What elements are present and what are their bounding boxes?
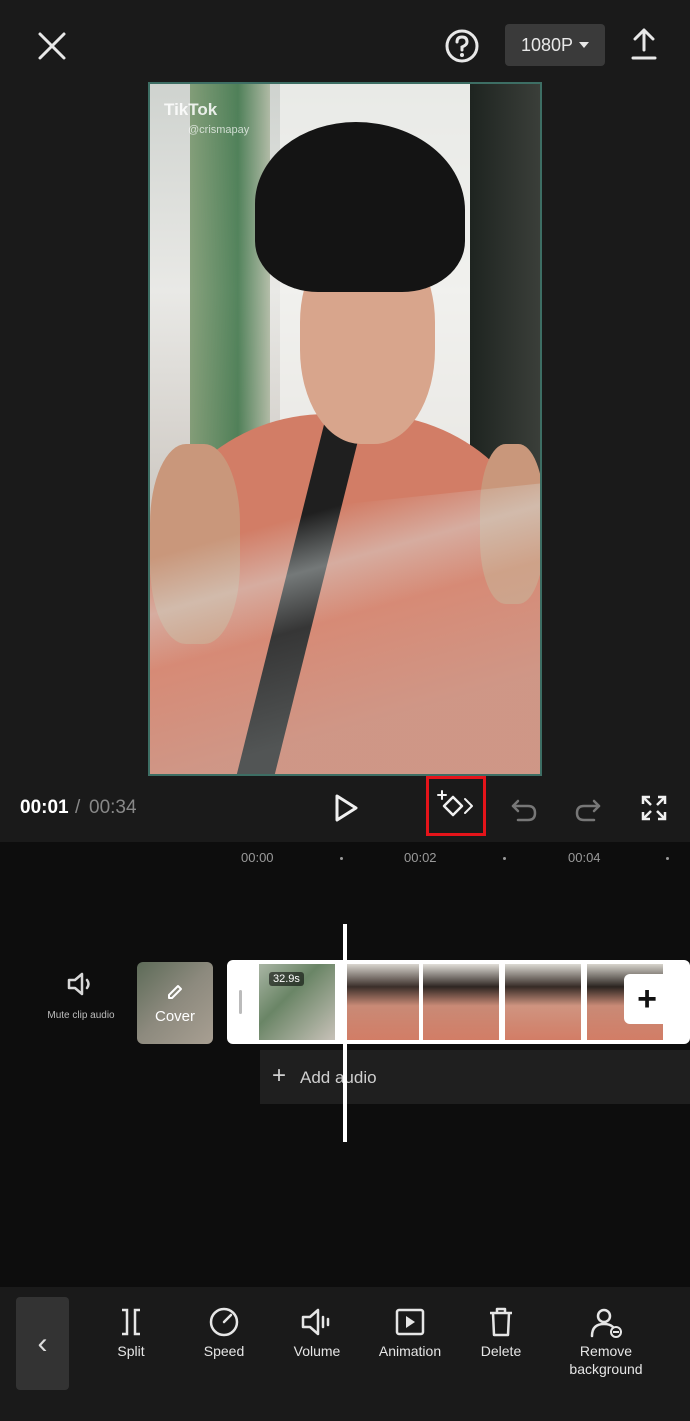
cover-button[interactable]: Cover [137, 962, 213, 1044]
resolution-dropdown[interactable]: 1080P [505, 24, 605, 66]
mute-clip-label: Mute clip audio [47, 1010, 115, 1021]
tiktok-watermark: TikTok [164, 100, 218, 119]
highlight-annotation [426, 776, 486, 836]
add-audio-label: Add audio [300, 1068, 377, 1087]
caret-down-icon [579, 42, 590, 48]
export-button[interactable] [622, 22, 666, 66]
speed-label: Speed [203, 1343, 245, 1359]
remove-background-icon [590, 1308, 622, 1338]
volume-label: Volume [293, 1343, 341, 1359]
preview-subject-hair [255, 122, 465, 292]
fullscreen-button[interactable] [634, 788, 674, 828]
fullscreen-icon [641, 795, 667, 821]
preview-glass [150, 481, 540, 774]
split-icon [122, 1308, 140, 1336]
back-button[interactable]: ‹ [16, 1297, 69, 1390]
play-icon [335, 794, 358, 822]
help-icon [445, 29, 479, 63]
split-label: Split [117, 1343, 145, 1359]
undo-button[interactable] [504, 790, 544, 830]
delete-label: Delete [480, 1343, 522, 1359]
cover-label: Cover [154, 1008, 195, 1025]
pencil-icon [168, 985, 182, 999]
close-icon [38, 32, 66, 60]
remove-background-button[interactable]: Remove background [556, 1306, 656, 1378]
video-preview[interactable]: TikTok @crismapay [148, 82, 542, 776]
trash-icon [490, 1307, 512, 1337]
speed-button[interactable]: Speed [179, 1306, 269, 1360]
volume-button[interactable]: Volume [272, 1306, 362, 1360]
total-time: 00:34 [89, 797, 137, 818]
mute-clip-button[interactable] [58, 966, 102, 1002]
ruler-tick-dot [340, 857, 343, 860]
undo-icon [511, 799, 537, 822]
redo-button[interactable] [568, 790, 608, 830]
speaker-icon [67, 972, 90, 996]
video-clip-track[interactable]: 32.9s [227, 960, 690, 1044]
chevron-left-icon: ‹ [37, 1326, 48, 1360]
resolution-value: 1080P [520, 34, 574, 55]
add-clip-button[interactable]: + [624, 974, 670, 1024]
clip-duration-badge: 32.9s [269, 972, 304, 986]
playhead[interactable] [343, 924, 347, 1142]
help-button[interactable] [440, 24, 484, 68]
clip-frame [423, 964, 499, 1040]
upload-icon [631, 28, 657, 60]
speed-icon [209, 1307, 239, 1337]
volume-icon [301, 1308, 330, 1336]
clip-trim-handle[interactable] [239, 990, 242, 1014]
close-button[interactable] [30, 26, 74, 66]
split-button[interactable]: Split [86, 1306, 176, 1360]
animation-label: Animation [378, 1343, 442, 1359]
ruler-tick-label: 00:02 [404, 850, 437, 865]
delete-button[interactable]: Delete [456, 1306, 546, 1360]
play-button[interactable] [326, 788, 366, 828]
redo-icon [575, 799, 601, 822]
ruler-tick-dot [503, 857, 506, 860]
ruler-tick-dot [666, 857, 669, 860]
ruler-tick-label: 00:04 [568, 850, 601, 865]
ruler-tick-label: 00:00 [241, 850, 274, 865]
remove-background-label: Remove background [569, 1343, 643, 1377]
clip-frame [505, 964, 581, 1040]
time-separator: / [75, 797, 81, 818]
animation-icon [395, 1308, 425, 1336]
current-time: 00:01 [20, 797, 69, 818]
tiktok-handle: @crismapay [188, 124, 250, 136]
plus-icon: + [272, 1062, 287, 1089]
animation-button[interactable]: Animation [365, 1306, 455, 1360]
clip-frame [343, 964, 419, 1040]
